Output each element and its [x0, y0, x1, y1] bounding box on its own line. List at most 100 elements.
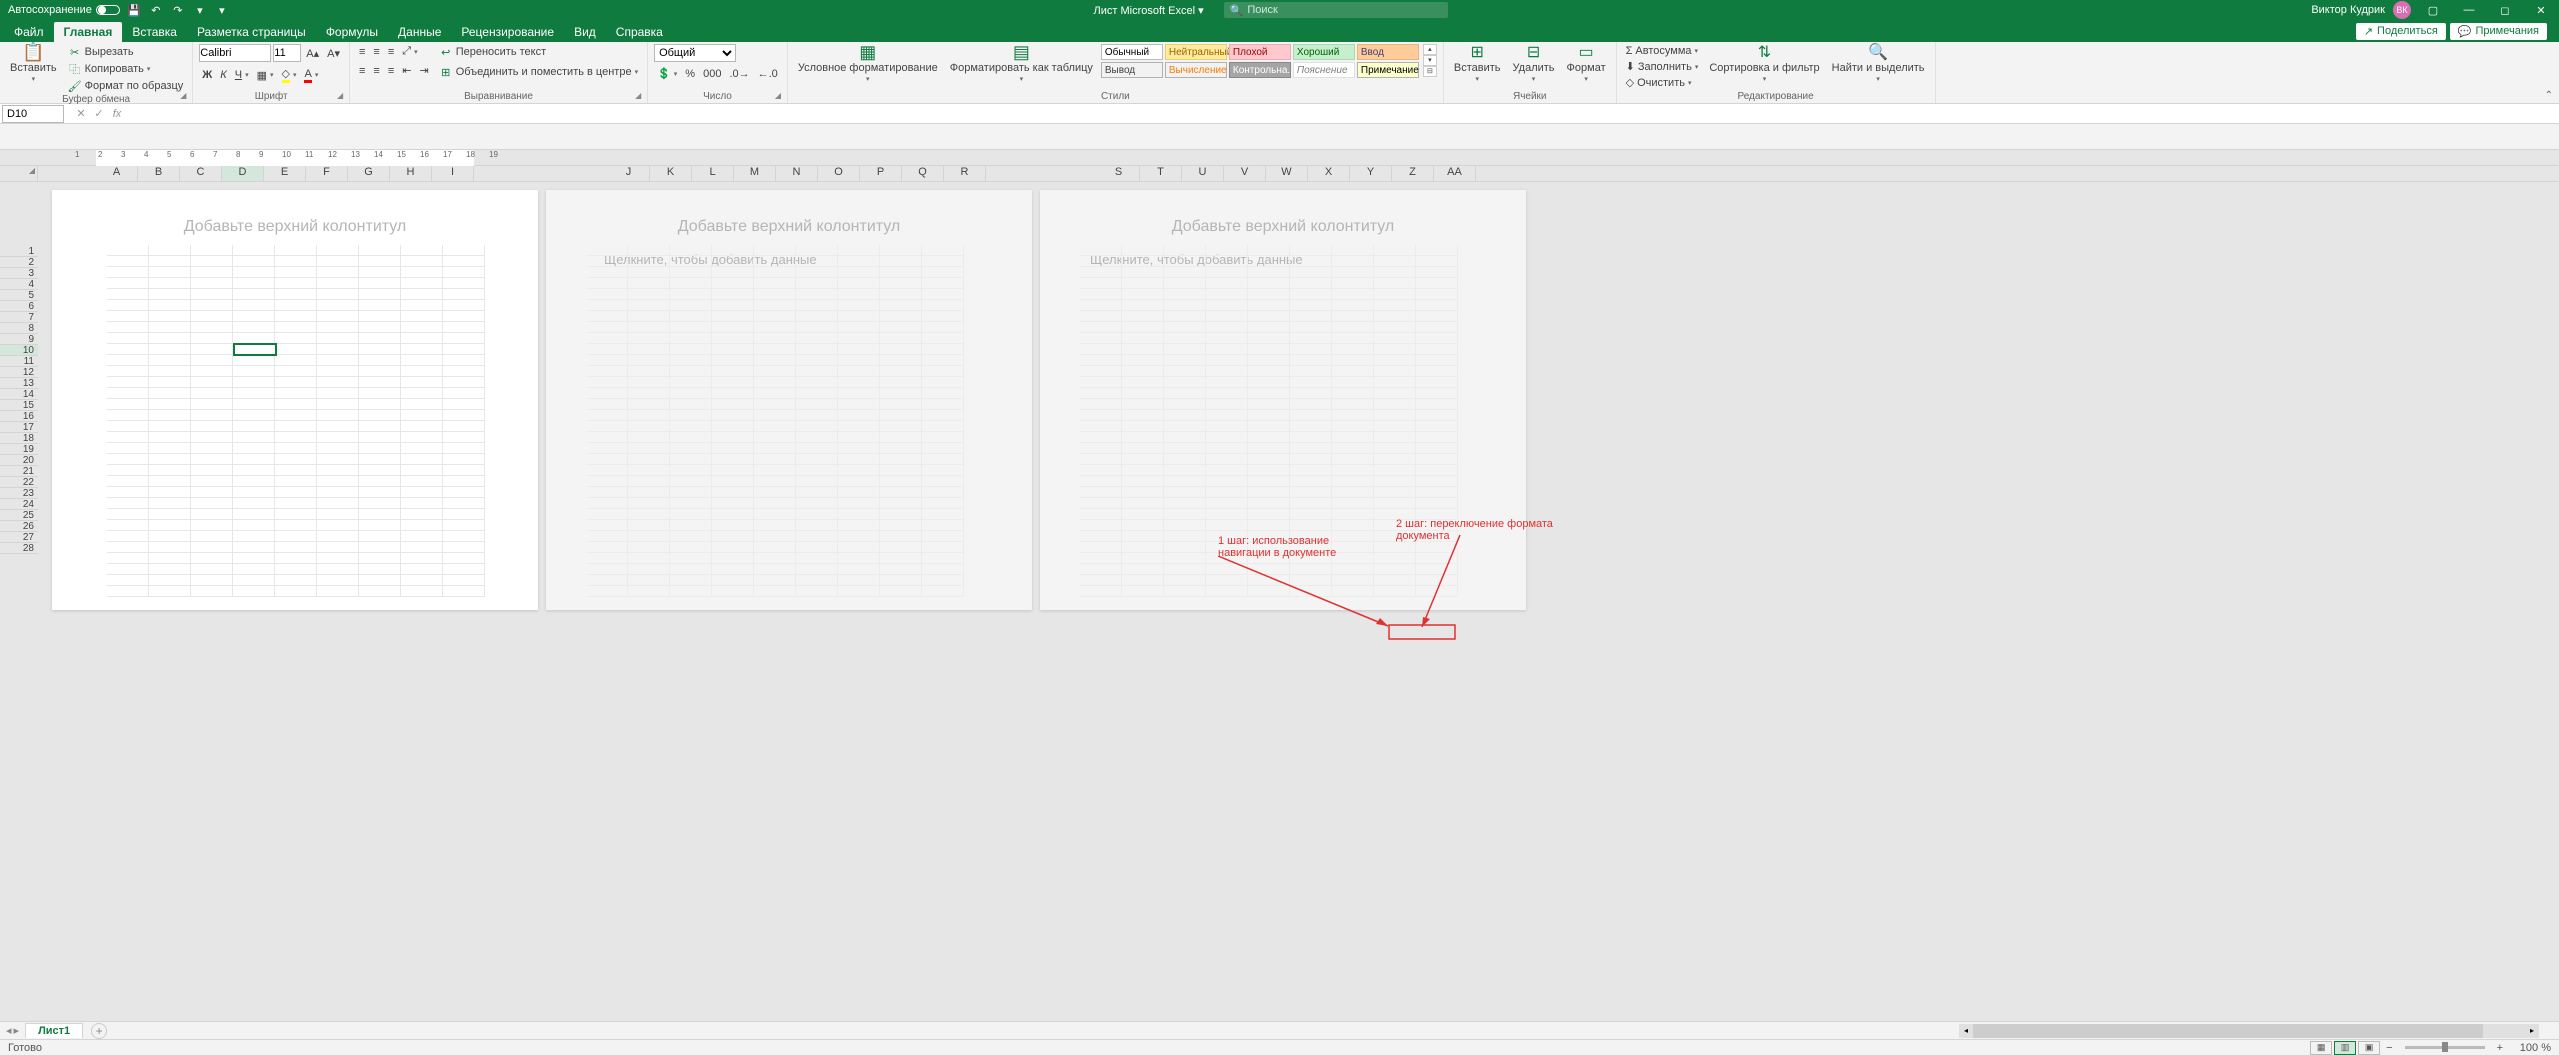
row-header-12[interactable]: 12	[0, 367, 38, 378]
align-middle-button[interactable]: ≡	[370, 45, 382, 59]
row-header-13[interactable]: 13	[0, 378, 38, 389]
row-header-20[interactable]: 20	[0, 455, 38, 466]
enter-formula-icon[interactable]: ✓	[90, 105, 108, 123]
decrease-decimal-button[interactable]: ←.0	[755, 67, 781, 81]
row-header-6[interactable]: 6	[0, 301, 38, 312]
col-header-R[interactable]: R	[944, 166, 986, 181]
comments-button[interactable]: 💬 Примечания	[2450, 23, 2547, 40]
style-Пояснение[interactable]: Пояснение	[1293, 62, 1355, 78]
touch-mode-icon[interactable]: ▾	[192, 2, 208, 18]
row-header-10[interactable]: 10	[0, 345, 38, 356]
gallery-scroll-up[interactable]: ▴	[1423, 44, 1437, 55]
col-header-D[interactable]: D	[222, 166, 264, 181]
sort-filter-button[interactable]: ⇅Сортировка и фильтр▾	[1705, 44, 1823, 86]
row-header-5[interactable]: 5	[0, 290, 38, 301]
row-header-24[interactable]: 24	[0, 499, 38, 510]
scroll-left-button[interactable]: ◂	[1959, 1024, 1973, 1038]
col-header-H[interactable]: H	[390, 166, 432, 181]
format-as-table-button[interactable]: ▤ Форматировать как таблицу▾	[946, 44, 1097, 86]
tab-вид[interactable]: Вид	[564, 22, 606, 42]
percent-button[interactable]: %	[682, 67, 698, 81]
view-page-layout-button[interactable]: ▥	[2334, 1041, 2356, 1055]
number-format-select[interactable]: Общий	[654, 44, 736, 62]
row-header-28[interactable]: 28	[0, 543, 38, 554]
dialog-launcher-icon[interactable]: ◢	[635, 91, 645, 101]
zoom-level[interactable]: 100 %	[2509, 1042, 2551, 1054]
active-cell[interactable]	[233, 343, 277, 356]
indent-increase-button[interactable]: ⇥	[416, 63, 431, 78]
row-header-9[interactable]: 9	[0, 334, 38, 345]
sheet-tab[interactable]: Лист1	[25, 1023, 83, 1038]
merge-center-button[interactable]: ⊞Объединить и поместить в центре ▾	[436, 64, 641, 80]
insert-function-icon[interactable]: fx	[108, 105, 126, 123]
row-header-22[interactable]: 22	[0, 477, 38, 488]
style-Ввод[interactable]: Ввод	[1357, 44, 1419, 60]
header-hint[interactable]: Добавьте верхний колонтитул	[52, 218, 538, 236]
font-color-button[interactable]: А ▾	[301, 67, 321, 84]
style-Плохой[interactable]: Плохой	[1229, 44, 1291, 60]
row-header-4[interactable]: 4	[0, 279, 38, 290]
col-header-M[interactable]: M	[734, 166, 776, 181]
zoom-slider[interactable]	[2405, 1046, 2485, 1049]
fill-button[interactable]: ⬇ Заполнить ▾	[1623, 59, 1702, 74]
autosave-toggle[interactable]: Автосохранение	[8, 4, 120, 16]
col-header-K[interactable]: K	[650, 166, 692, 181]
col-header-A[interactable]: A	[96, 166, 138, 181]
col-header-C[interactable]: C	[180, 166, 222, 181]
dialog-launcher-icon[interactable]: ◢	[775, 91, 785, 101]
row-header-7[interactable]: 7	[0, 312, 38, 323]
copy-button[interactable]: ⿻Копировать ▾	[65, 61, 187, 77]
close-icon[interactable]: ✕	[2527, 0, 2555, 20]
row-header-19[interactable]: 19	[0, 444, 38, 455]
increase-decimal-button[interactable]: .0→	[726, 67, 752, 81]
col-header-J[interactable]: J	[608, 166, 650, 181]
col-header-L[interactable]: L	[692, 166, 734, 181]
borders-button[interactable]: ▦ ▾	[254, 68, 277, 83]
format-painter-button[interactable]: 🖌Формат по образцу	[65, 78, 187, 94]
clear-button[interactable]: ◇ Очистить ▾	[1623, 75, 1702, 90]
col-header-N[interactable]: N	[776, 166, 818, 181]
align-center-button[interactable]: ≡	[370, 64, 382, 78]
row-header-1[interactable]: 1	[0, 246, 38, 257]
align-left-button[interactable]: ≡	[356, 64, 368, 78]
align-top-button[interactable]: ≡	[356, 45, 368, 59]
qat-customize-icon[interactable]: ▾	[214, 2, 230, 18]
sheet-nav-prev[interactable]: ◂	[6, 1024, 12, 1037]
ribbon-display-icon[interactable]: ▢	[2419, 0, 2447, 20]
col-header-O[interactable]: O	[818, 166, 860, 181]
name-box[interactable]	[2, 105, 64, 123]
style-Нейтральный[interactable]: Нейтральный	[1165, 44, 1227, 60]
header-hint[interactable]: Добавьте верхний колонтитул	[546, 218, 1032, 236]
redo-icon[interactable]: ↷	[170, 2, 186, 18]
col-header-T[interactable]: T	[1140, 166, 1182, 181]
currency-button[interactable]: 💲▾	[654, 66, 680, 81]
bold-button[interactable]: Ж	[199, 68, 215, 82]
row-header-25[interactable]: 25	[0, 510, 38, 521]
share-button[interactable]: ↗ Поделиться	[2356, 23, 2446, 40]
row-header-2[interactable]: 2	[0, 257, 38, 268]
tab-файл[interactable]: Файл	[4, 22, 54, 42]
row-header-11[interactable]: 11	[0, 356, 38, 367]
align-right-button[interactable]: ≡	[385, 64, 397, 78]
find-select-button[interactable]: 🔍Найти и выделить▾	[1828, 44, 1929, 86]
style-Вывод[interactable]: Вывод	[1101, 62, 1163, 78]
col-header-Z[interactable]: Z	[1392, 166, 1434, 181]
style-Вычисление[interactable]: Вычисление	[1165, 62, 1227, 78]
save-icon[interactable]: 💾	[126, 2, 142, 18]
view-page-break-button[interactable]: ▣	[2358, 1041, 2380, 1055]
tab-разметка страницы[interactable]: Разметка страницы	[187, 22, 316, 42]
gallery-more[interactable]: ⊟	[1423, 66, 1437, 77]
col-header-U[interactable]: U	[1182, 166, 1224, 181]
tab-справка[interactable]: Справка	[606, 22, 673, 42]
col-header-I[interactable]: I	[432, 166, 474, 181]
row-header-23[interactable]: 23	[0, 488, 38, 499]
add-sheet-button[interactable]: +	[91, 1023, 107, 1039]
row-header-26[interactable]: 26	[0, 521, 38, 532]
tab-данные[interactable]: Данные	[388, 22, 451, 42]
style-Примечание[interactable]: Примечание	[1357, 62, 1419, 78]
align-bottom-button[interactable]: ≡	[385, 45, 397, 59]
tab-главная[interactable]: Главная	[54, 22, 123, 42]
fill-color-button[interactable]: ◇ ▾	[279, 66, 300, 84]
col-header-S[interactable]: S	[1098, 166, 1140, 181]
indent-decrease-button[interactable]: ⇤	[399, 63, 414, 78]
